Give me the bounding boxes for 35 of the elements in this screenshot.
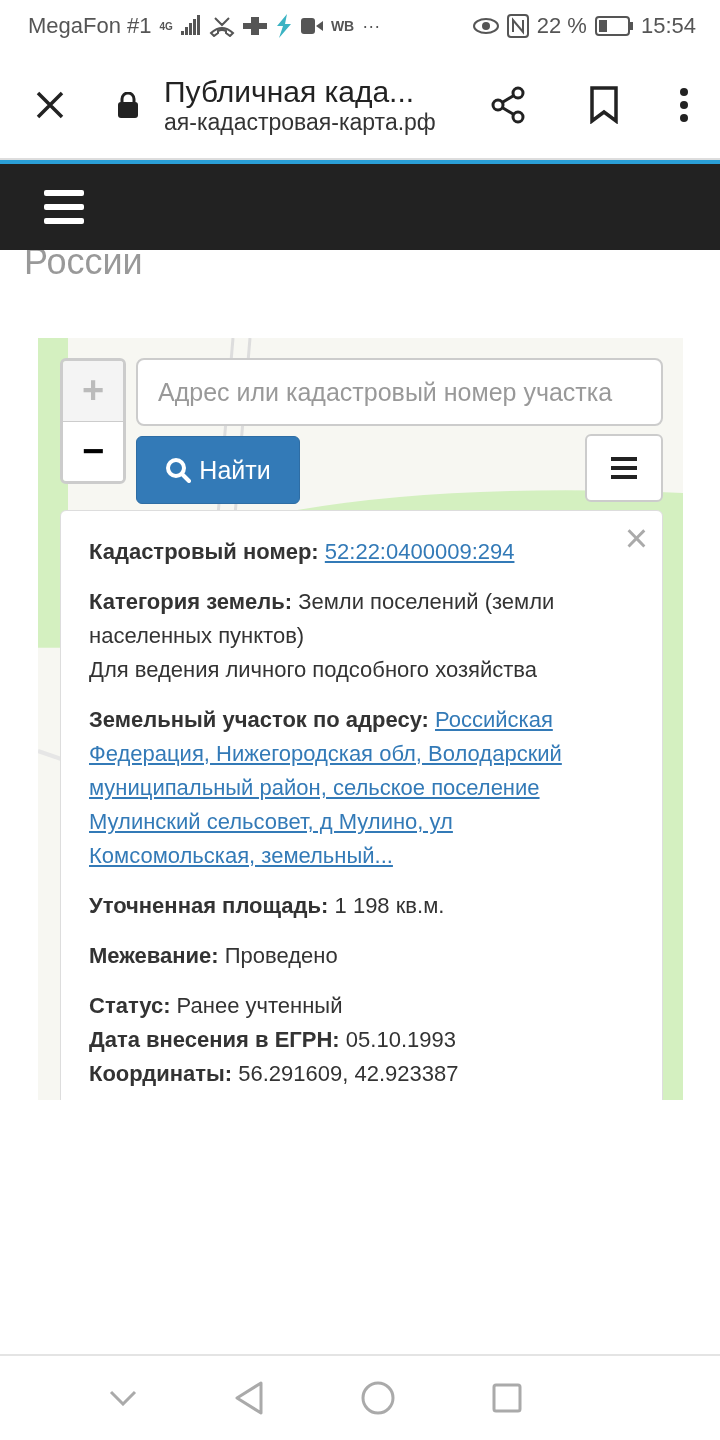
info-line: Земельный участок по адресу: Российская Федерация, Нижегородская обл, Володарский муниципальный район, сельское поселение Мулинский сельсовет, д Мулино, ул Комсомольская, земельный...: [89, 706, 563, 870]
zoom-out-button[interactable]: −: [63, 421, 123, 481]
bolt-icon: [274, 14, 293, 38]
battery-percent: 22 %: [536, 13, 587, 39]
info-line: Категория земель: Земли поселений (земли населенных пунктов): [89, 588, 556, 650]
info-line: Дата внесения в ЕГРН: 05.10.1993: [89, 1026, 457, 1054]
info-line: Межевание: Проведено: [89, 942, 339, 970]
info-link[interactable]: 52:22:0400009:294: [324, 539, 515, 564]
search-field[interactable]: Адрес или кадастровый номер участка: [136, 358, 663, 426]
page-title: Публичная када...: [164, 74, 416, 109]
nfc-icon: [506, 14, 529, 38]
close-button[interactable]: ×: [624, 515, 648, 561]
cross-icon: [242, 15, 267, 37]
battery-icon: [594, 16, 633, 36]
network-type: 4G: [159, 20, 173, 32]
page-url[interactable]: ая-кадастровая-карта.рф: [164, 108, 454, 136]
eye-icon: [472, 17, 499, 35]
lock-icon: [117, 92, 139, 118]
info-line: Координаты: 56.291609, 42.923387: [89, 1060, 460, 1088]
menu-icon: [611, 457, 637, 479]
more-indicator: ···: [362, 15, 381, 37]
info-line: Статус: Ранее учтенный: [89, 992, 344, 1020]
search-icon: [165, 457, 192, 483]
info-line: Для ведения личного подсобного хозяйства: [89, 656, 538, 684]
signal-icon: [180, 15, 201, 37]
missed-call-icon: [208, 15, 235, 37]
layers-menu-button[interactable]: [585, 434, 663, 502]
carrier-name: MegaFon #1: [28, 13, 152, 39]
video-icon: [300, 18, 323, 34]
find-button[interactable]: Найти: [136, 436, 300, 504]
app-label: WB: [330, 18, 355, 34]
info-line: Уточненная площадь: 1 198 кв.м.: [89, 892, 446, 920]
menu-icon[interactable]: [44, 190, 84, 224]
clock: 15:54: [640, 13, 696, 39]
info-label: Кадастровый номер:: [89, 539, 319, 564]
